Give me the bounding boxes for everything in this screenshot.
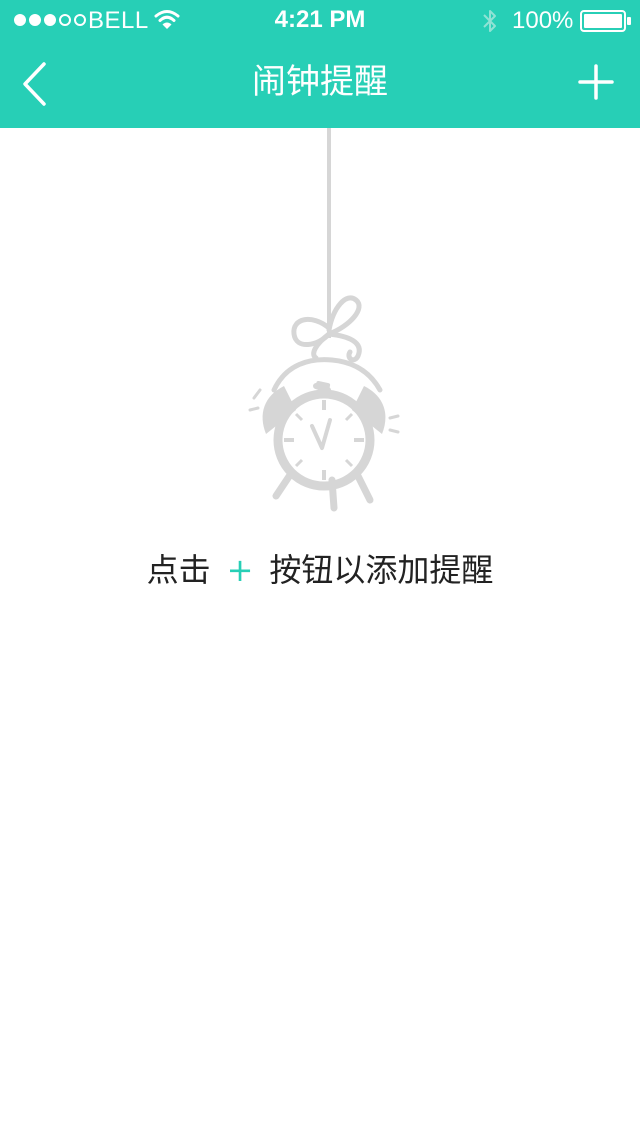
plus-icon — [578, 64, 614, 100]
nav-bar: 闹钟提醒 — [0, 40, 640, 128]
chevron-left-icon — [23, 62, 46, 106]
hanging-alarm-clock-icon — [248, 128, 400, 512]
back-button[interactable] — [10, 56, 58, 112]
header: BELL 4:21 PM 100% 闹钟提醒 — [0, 0, 640, 128]
status-bar: BELL 4:21 PM 100% — [0, 0, 640, 40]
hint-plus-icon: + — [226, 551, 254, 589]
bluetooth-icon — [483, 10, 496, 32]
empty-state: 点击 + 按钮以添加提醒 — [0, 128, 640, 1136]
hint-text-after: 按钮以添加提醒 — [269, 551, 494, 589]
battery-icon — [580, 10, 631, 32]
battery-percent: 100% — [512, 7, 574, 34]
page-title: 闹钟提醒 — [252, 62, 388, 102]
empty-state-hint: 点击 + 按钮以添加提醒 — [0, 548, 640, 592]
hint-text-before: 点击 — [146, 551, 211, 589]
add-reminder-button[interactable] — [566, 52, 626, 112]
